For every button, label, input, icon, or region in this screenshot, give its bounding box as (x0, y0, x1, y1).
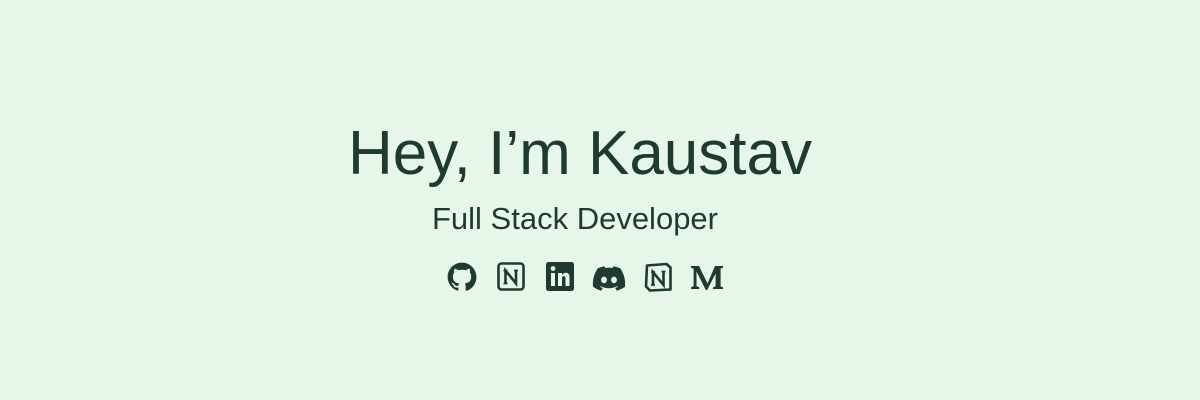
hero-section: Hey, I’m Kaustav Full Stack Developer (0, 0, 1200, 400)
notion-link[interactable] (639, 259, 677, 295)
social-links (443, 259, 726, 295)
hero-subtitle: Full Stack Developer (431, 201, 718, 236)
linkedin-link[interactable] (541, 259, 579, 295)
github-link[interactable] (443, 259, 481, 295)
discord-link[interactable] (590, 259, 628, 295)
notion-icon (644, 262, 672, 292)
discord-icon (592, 266, 626, 291)
medium-link[interactable] (688, 259, 726, 295)
notion-link[interactable] (492, 259, 530, 295)
hero-headline: Hey, I’m Kaustav (347, 119, 812, 188)
medium-icon (691, 266, 723, 290)
linkedin-icon (546, 262, 574, 291)
notion-icon (497, 262, 525, 291)
github-icon (447, 262, 477, 291)
